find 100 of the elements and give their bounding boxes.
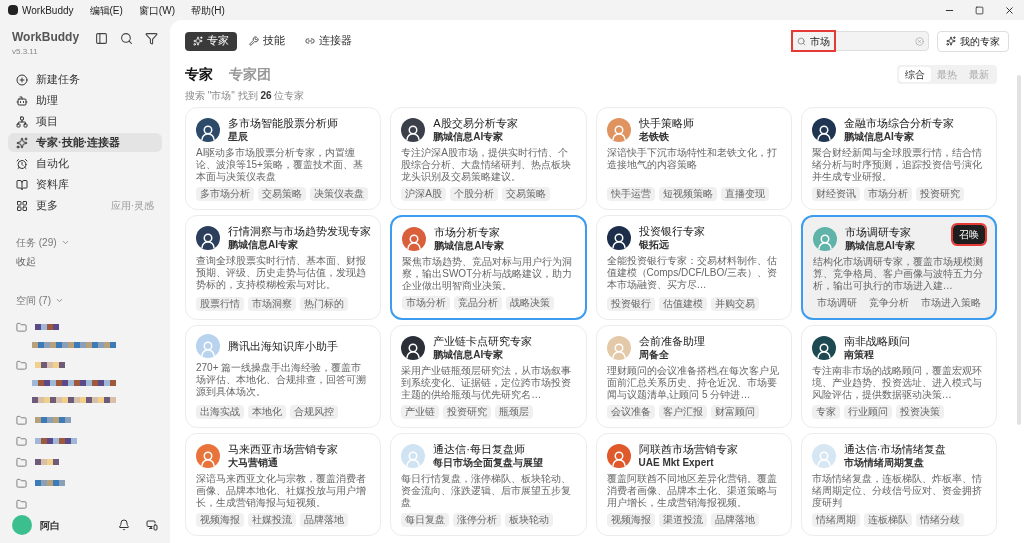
expert-description: 理财顾问的会议准备搭档,在每次客户见面前汇总关系历史、持仓近况、市场要闻与议题清单,让顾问 5 分钟进… xyxy=(606,365,781,401)
folder-icon[interactable] xyxy=(16,414,27,426)
expert-card[interactable]: 快手策略师 老铁铁 深谙快手下沉市场特性和老铁文化，打造接地气的内容策略 快手运营 短视频策略 直播变现 xyxy=(595,107,792,210)
tag: 直播变现 xyxy=(720,187,769,201)
expert-card[interactable]: 马来西亚市场营销专家 大马营销通 深谙马来西亚文化与宗教，覆盖消费者画像、品牌本地化、社媒投放与用户增长，生成营销海报与短视频。 视频海报 社媒投流 品牌落地 xyxy=(185,433,382,536)
expert-card[interactable]: 通达信·每日复盘师 每日市场全面复盘与展望 每日行情复盘，涨停梯队、板块轮动、资金流向、涨跌逻辑、后市展望五步复盘 每日复盘 涨停分析 板块轮动 xyxy=(390,433,587,536)
expert-description: 深谙马来西亚文化与宗教，覆盖消费者画像、品牌本地化、社媒投放与用户增长，生成营销海报与短视频。 xyxy=(196,473,367,509)
tag: 交易策略 xyxy=(258,187,306,201)
folder-icon[interactable] xyxy=(16,456,27,468)
tag: 瓶颈层 xyxy=(495,405,534,419)
search-field[interactable]: 市场 xyxy=(792,31,929,51)
sidebar-toggle-icon[interactable] xyxy=(95,32,108,45)
tasks-header[interactable]: 任务 (29) xyxy=(16,235,57,250)
link-icon xyxy=(305,36,315,46)
person-icon xyxy=(404,341,423,360)
folder-icon[interactable] xyxy=(16,359,27,371)
tag: 竞品分析 xyxy=(454,296,503,310)
expert-card[interactable]: 通达信·市场情绪复盘 市场情绪周期复盘 市场情绪复盘，连板梯队、炸板率、情绪周期定位、分歧信号应对、资金拥挤度研判 情绪周期 连板梯队 情绪分歧 xyxy=(800,433,997,536)
tag: 视频海报 xyxy=(196,513,244,527)
chevron-down-icon[interactable] xyxy=(55,296,64,305)
expert-description: 结构化市场调研专家，覆盖市场规模测算、竞争格局、客户画像与波特五力分析，输出可执行的市场进入建… xyxy=(812,256,984,292)
person-icon xyxy=(814,341,833,360)
expert-card[interactable]: 会前准备助理 周备全 理财顾问的会议准备搭档,在每次客户见面前汇总关系历史、持仓近况、市场要闻与议题清单,让顾问 5 分钟进… 会议准备 客户汇报 财富顾问 xyxy=(595,325,792,428)
collapse-link[interactable]: 收起 xyxy=(16,254,154,269)
tag: 社媒投流 xyxy=(248,513,296,527)
spaces-header[interactable]: 空间 (7) xyxy=(16,293,51,308)
robot-icon xyxy=(16,94,28,107)
folder-icon[interactable] xyxy=(16,477,27,489)
expert-title: 南非战略顾问 xyxy=(843,334,910,348)
expert-description: 专注沪深A股市场，提供实时行情、个股综合分析、大盘情绪研判、热点板块龙头识别及交易策略建议。 xyxy=(401,147,573,183)
nav-item[interactable]: 更多 应用·灵感 xyxy=(8,196,162,215)
expert-card[interactable]: 市场调研专家 鹏城信息AI专家 召唤 结构化市场调研专家，覆盖市场规模测算、竞争格局、客户画像与波特五力分析，输出可执行的市场进入建… 市场调研 竞争分析 市场进入策略 xyxy=(800,215,997,320)
expert-card[interactable]: 行情洞察与市场趋势发现专家 鹏城信息AI专家 查询全球股票实时行情、基本面、财报预期、评级、历史走势与估值，发现趋势标的，支持模糊检索与对比。 股票行情 市场洞察 热门标的 xyxy=(185,215,382,320)
tag: 估值建模 xyxy=(658,297,707,311)
expert-description: 覆盖阿联酋不同地区差异化营销。覆盖消费者画像、品牌本土化、渠道策略与用户增长，生成营销海报视频。 xyxy=(606,473,778,509)
tag: 专家 xyxy=(811,405,840,419)
expert-description: 聚焦市场趋势、竞品对标与用户行为洞察，输出SWOT分析与战略建议，助力企业做出明智商业决策。 xyxy=(402,256,574,292)
tag: 会议准备 xyxy=(606,405,655,419)
expert-author: 鹏城信息AI专家 xyxy=(433,130,505,143)
tag: 渠道投流 xyxy=(658,513,707,527)
person-icon xyxy=(404,449,423,468)
clear-icon[interactable] xyxy=(915,36,924,46)
expert-card[interactable]: 阿联酋市场营销专家 UAE Mkt Expert 覆盖阿联酋不同地区差异化营销。覆盖消费者画像、品牌本土化、渠道策略与用户增长，生成营销海报视频。 视频海报 渠道投流 品牌落地 xyxy=(595,433,792,536)
expert-card[interactable]: 腾讯出海知识库小助手 270+ 篇一线操盘手出海经验，覆盖市场评估、本地化、合规排查，回答可溯源到具体场次。 出海实战 本地化 合规风控 xyxy=(185,325,382,428)
tag: 市场分析 xyxy=(402,296,451,310)
tag: 市场分析 xyxy=(863,187,912,201)
bell-icon[interactable] xyxy=(118,519,130,531)
folder-icon[interactable] xyxy=(16,498,27,510)
expert-author: 鹏城信息AI专家 xyxy=(843,130,915,143)
nav-item[interactable]: 助理 xyxy=(8,91,162,110)
expert-description: 深谙快手下沉市场特性和老铁文化，打造接地气的内容策略 xyxy=(606,147,778,171)
folder-icon[interactable] xyxy=(16,435,27,447)
devices-icon[interactable] xyxy=(146,519,158,531)
person-icon xyxy=(815,232,834,251)
nav-item[interactable]: 新建任务 xyxy=(8,70,162,89)
nav-item[interactable]: 专家·技能·连接器 xyxy=(8,133,162,152)
expert-description: 查询全球股票实时行情、基本面、财报预期、评级、历史走势与估值，发现趋势标的，支持模糊检索与对比。 xyxy=(196,255,367,291)
category-tab[interactable]: 连接器 xyxy=(297,31,360,51)
expert-card[interactable]: 产业链卡点研究专家 鹏城信息AI专家 采用产业链瓶颈层研究法，从市场叙事到系统变化、证据链，定位跨市场投资主题的供给瓶颈与优先研究名… 产业链 投资研究 瓶颈层 xyxy=(390,325,587,428)
category-tab[interactable]: 技能 xyxy=(241,31,293,51)
category-tab[interactable]: 专家 xyxy=(185,31,237,51)
expert-description: 每日行情复盘，涨停梯队、板块轮动、资金流向、涨跌逻辑、后市展望五步复盘 xyxy=(401,473,573,509)
person-icon xyxy=(199,231,217,250)
tag: 情绪分歧 xyxy=(915,513,964,527)
nav-item[interactable]: 资料库 xyxy=(8,175,162,194)
expert-card[interactable]: 市场分析专家 鹏城信息AI专家 聚焦市场趋势、竞品对标与用户行为洞察，输出SWOT分析与战略建议，助力企业做出明智商业决策。 市场分析 竞品分析 战略决策 xyxy=(390,215,587,320)
expert-card[interactable]: 多市场智能股票分析师 星辰 AI驱动多市场股票分析专家，内置缠论、波浪等15+策略，覆盖技术面、基本面与决策仪表盘 多市场分析 交易策略 决策仪表盘 xyxy=(185,107,382,210)
tag: 产业链 xyxy=(401,405,440,419)
tag: 视频海报 xyxy=(606,513,655,527)
expert-card[interactable]: 南非战略顾问 南策程 专注南非市场的战略顾问，覆盖宏观环境、产业趋势、投资选址、进入模式与风险评估，提供数据驱动决策… 专家 行业顾问 投资决策 xyxy=(800,325,997,428)
person-icon xyxy=(405,232,424,251)
expert-card[interactable]: 投资银行专家 银拓远 全能投资银行专家：交易材料制作、估值建模（Comps/DCF/LBO/三表）、资本市场融资、买方尽… 投资银行 估值建模 并购交易 xyxy=(595,215,792,320)
tag: 沪深A股 xyxy=(401,187,446,201)
menu-item[interactable]: 编辑(E) xyxy=(81,2,131,18)
user-name: 阿白 xyxy=(40,518,60,533)
app-name: WorkBuddy xyxy=(22,3,74,18)
expert-title: A股交易分析专家 xyxy=(433,116,518,130)
sparkle-icon xyxy=(16,136,28,149)
expert-card[interactable]: 金融市场综合分析专家 鹏城信息AI专家 聚合财经新闻与全球股票行情，结合情绪分析与时序预测，追踪投资信号演化并生成专业研报。 财经资讯 市场分析 投资研究 xyxy=(800,107,997,210)
tag: 连板梯队 xyxy=(863,513,912,527)
section-tab[interactable]: 专家 xyxy=(185,64,213,85)
menu-item[interactable]: 帮助(H) xyxy=(182,2,233,18)
filter-icon[interactable] xyxy=(145,32,158,45)
expert-description: 专注南非市场的战略顾问，覆盖宏观环境、产业趋势、投资选址、进入模式与风险评估，提供数据驱动决策… xyxy=(811,365,983,401)
search-icon[interactable] xyxy=(120,32,133,45)
sort-option[interactable]: 综合 xyxy=(899,67,931,82)
expert-card[interactable]: A股交易分析专家 鹏城信息AI专家 专注沪深A股市场，提供实时行情、个股综合分析、大盘情绪研判、热点板块龙头识别及交易策略建议。 沪深A股 个股分析 交易策略 xyxy=(390,107,587,210)
user-avatar[interactable] xyxy=(12,515,32,535)
tag: 行业顾问 xyxy=(843,405,892,419)
chevron-down-icon[interactable] xyxy=(60,238,70,247)
folder-icon[interactable] xyxy=(16,321,27,333)
my-experts-button[interactable]: 我的专家 xyxy=(937,30,1009,52)
nav-item[interactable]: 项目 xyxy=(8,112,162,131)
summon-button[interactable]: 召唤 xyxy=(953,225,985,244)
sparkle-icon xyxy=(946,36,956,46)
tag: 投资研究 xyxy=(443,405,492,419)
menu-item[interactable]: 窗口(W) xyxy=(130,2,183,18)
nav-item[interactable]: 自动化 xyxy=(8,154,162,173)
version-label: v5.3.11 xyxy=(12,46,39,58)
person-icon xyxy=(609,231,628,250)
